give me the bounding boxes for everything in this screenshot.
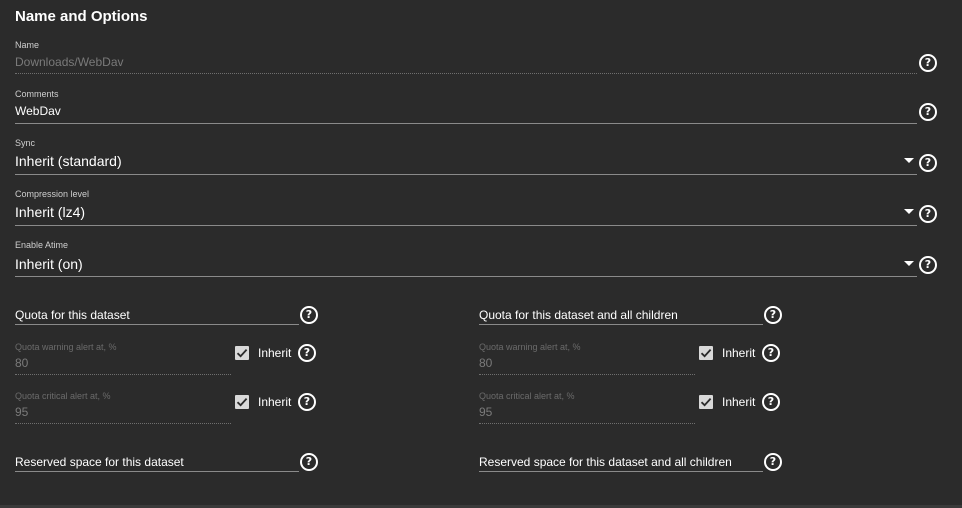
quota-children-underline — [479, 324, 763, 325]
comments-label: Comments — [15, 89, 59, 99]
quota-children-warning-inherit-label: Inherit — [722, 346, 756, 360]
comments-underline — [15, 123, 917, 124]
quota-dataset-label[interactable]: Quota for this dataset — [15, 308, 130, 322]
reserved-children-label[interactable]: Reserved space for this dataset and all … — [479, 455, 732, 469]
atime-label: Enable Atime — [15, 240, 69, 250]
quota-children-warning-underline — [479, 374, 695, 375]
quota-warning-help-icon[interactable]: ? — [298, 344, 316, 362]
compression-underline — [15, 225, 917, 226]
check-icon — [700, 397, 712, 407]
quota-children-critical-inherit-checkbox[interactable] — [699, 395, 713, 409]
check-icon — [236, 348, 248, 358]
reserved-children-help-icon[interactable]: ? — [764, 453, 782, 471]
comments-help-icon[interactable]: ? — [919, 103, 937, 121]
quota-warning-input: 80 — [15, 356, 29, 370]
name-underline — [15, 73, 917, 74]
reserved-children-underline — [479, 471, 763, 472]
atime-caret-down-icon[interactable] — [904, 261, 914, 266]
quota-warning-inherit-checkbox[interactable] — [235, 346, 249, 360]
check-icon — [236, 397, 248, 407]
sync-underline — [15, 174, 917, 175]
sync-select[interactable]: Inherit (standard) — [15, 153, 122, 169]
compression-caret-down-icon[interactable] — [904, 209, 914, 214]
name-label: Name — [15, 40, 40, 50]
quota-children-warning-help-icon[interactable]: ? — [762, 344, 780, 362]
quota-warning-inherit-label: Inherit — [258, 346, 292, 360]
reserved-dataset-label[interactable]: Reserved space for this dataset — [15, 455, 184, 469]
quota-critical-inherit-checkbox[interactable] — [235, 395, 249, 409]
quota-warning-underline — [15, 374, 231, 375]
quota-children-warning-input: 80 — [479, 356, 493, 370]
name-help-icon[interactable]: ? — [919, 54, 937, 72]
reserved-dataset-underline — [15, 471, 299, 472]
quota-critical-inherit-label: Inherit — [258, 395, 292, 409]
check-icon — [700, 348, 712, 358]
quota-dataset-underline — [15, 324, 299, 325]
quota-warning-label: Quota warning alert at, % — [15, 342, 117, 352]
sync-caret-down-icon[interactable] — [904, 158, 914, 163]
quota-critical-help-icon[interactable]: ? — [298, 393, 316, 411]
quota-children-critical-inherit-label: Inherit — [722, 395, 756, 409]
sync-help-icon[interactable]: ? — [919, 154, 937, 172]
quota-children-critical-underline — [479, 423, 695, 424]
sync-label: Sync — [15, 138, 36, 148]
compression-help-icon[interactable]: ? — [919, 205, 937, 223]
quota-children-label[interactable]: Quota for this dataset and all children — [479, 308, 678, 322]
atime-select[interactable]: Inherit (on) — [15, 256, 83, 272]
quota-children-critical-input: 95 — [479, 405, 493, 419]
compression-label: Compression level — [15, 189, 90, 199]
quota-critical-input: 95 — [15, 405, 29, 419]
section-title: Name and Options — [15, 8, 148, 25]
atime-underline — [15, 276, 917, 277]
quota-children-critical-label: Quota critical alert at, % — [479, 391, 575, 401]
atime-help-icon[interactable]: ? — [919, 256, 937, 274]
comments-input[interactable]: WebDav — [15, 104, 61, 118]
name-input: Downloads/WebDav — [15, 55, 124, 69]
quota-children-warning-label: Quota warning alert at, % — [479, 342, 581, 352]
compression-select[interactable]: Inherit (lz4) — [15, 204, 85, 220]
quota-children-help-icon[interactable]: ? — [764, 306, 782, 324]
quota-children-warning-inherit-checkbox[interactable] — [699, 346, 713, 360]
quota-children-critical-help-icon[interactable]: ? — [762, 393, 780, 411]
quota-dataset-help-icon[interactable]: ? — [300, 306, 318, 324]
quota-critical-underline — [15, 423, 231, 424]
reserved-dataset-help-icon[interactable]: ? — [300, 453, 318, 471]
quota-critical-label: Quota critical alert at, % — [15, 391, 111, 401]
